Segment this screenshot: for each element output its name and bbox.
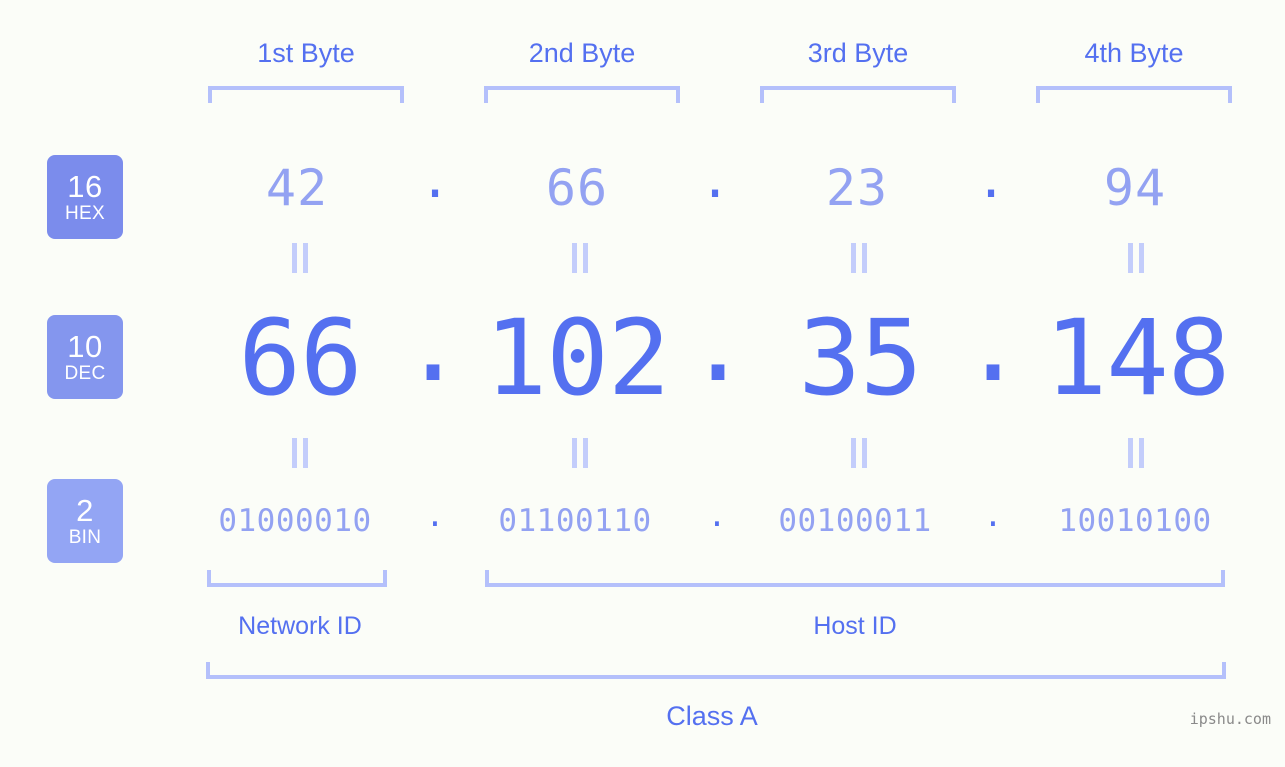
equals-connector-hex-dec-4 [1121, 243, 1151, 277]
byte-bracket-2 [484, 86, 680, 103]
host-id-label: Host ID [813, 612, 897, 640]
equals-connector-dec-bin-4 [1121, 438, 1151, 472]
byte-bracket-1 [208, 86, 404, 103]
equals-connector-dec-bin-2 [565, 438, 595, 472]
byte-header-3: 3rd Byte [807, 38, 909, 68]
hex-byte-1: 42 [265, 159, 329, 217]
equals-connector-dec-bin-1 [285, 438, 315, 472]
base-badge-hex-system: HEX [65, 202, 105, 224]
ip-class-label: Class A [666, 701, 758, 731]
dec-byte-1: 66 [238, 297, 362, 419]
dec-byte-3: 35 [798, 297, 922, 419]
byte-bracket-4 [1036, 86, 1232, 103]
base-badge-hex: 16 HEX [47, 155, 123, 239]
hex-dot-3: . [975, 151, 1007, 209]
bin-dot-2: . [707, 498, 727, 534]
byte-header-2: 2nd Byte [528, 38, 636, 68]
network-id-label: Network ID [238, 612, 362, 640]
hex-dot-1: . [419, 151, 451, 209]
dec-dot-1: . [401, 283, 465, 405]
dec-byte-4: 148 [1044, 297, 1231, 419]
bin-byte-3: 00100011 [778, 503, 932, 539]
byte-header-4: 4th Byte [1084, 38, 1184, 68]
base-badge-dec: 10 DEC [47, 315, 123, 399]
base-badge-dec-number: 10 [67, 328, 103, 364]
base-badge-bin-number: 2 [76, 492, 94, 528]
hex-byte-4: 94 [1103, 159, 1167, 217]
hex-byte-2: 66 [545, 159, 609, 217]
base-badge-dec-system: DEC [64, 362, 106, 384]
byte-header-1: 1st Byte [257, 38, 355, 68]
hex-byte-3: 23 [825, 159, 889, 217]
ip-class-bracket [206, 662, 1226, 679]
dec-dot-3: . [961, 283, 1025, 405]
bin-byte-1: 01000010 [218, 503, 372, 539]
base-badge-bin: 2 BIN [47, 479, 123, 563]
bin-dot-1: . [425, 498, 445, 534]
bin-byte-4: 10010100 [1058, 503, 1212, 539]
bin-dot-3: . [983, 498, 1003, 534]
equals-connector-hex-dec-3 [844, 243, 874, 277]
dec-byte-2: 102 [484, 297, 671, 419]
byte-bracket-3 [760, 86, 956, 103]
base-badge-bin-system: BIN [68, 526, 102, 548]
ip-byte-breakdown-diagram: 1st Byte 2nd Byte 3rd Byte 4th Byte 16 H… [0, 0, 1285, 767]
equals-connector-hex-dec-2 [565, 243, 595, 277]
bin-byte-2: 01100110 [498, 503, 652, 539]
base-badge-hex-number: 16 [67, 168, 103, 204]
dec-dot-2: . [686, 283, 750, 405]
host-id-bracket [485, 570, 1225, 587]
equals-connector-dec-bin-3 [844, 438, 874, 472]
network-id-bracket [207, 570, 387, 587]
hex-dot-2: . [699, 151, 731, 209]
site-watermark: ipshu.com [1189, 710, 1271, 728]
equals-connector-hex-dec-1 [285, 243, 315, 277]
